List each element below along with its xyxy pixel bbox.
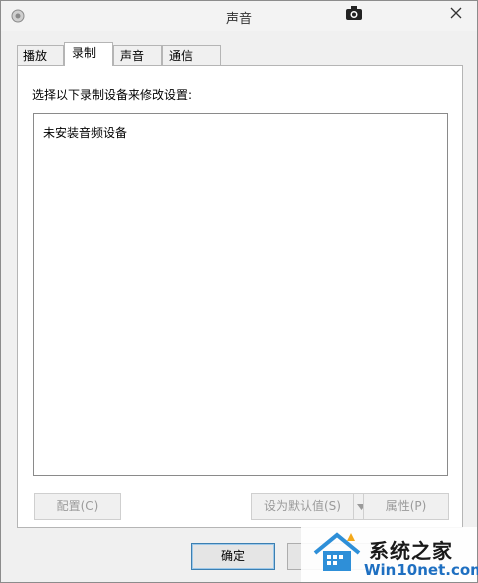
sound-dialog: 声音 播放 录制 声音 通信 选择以下录制设备来修改设置: 未安装音频设备 配置…: [0, 0, 478, 583]
tab-sounds[interactable]: 声音: [113, 45, 162, 65]
watermark-brand: 系统之家: [369, 539, 453, 563]
watermark-url: Win10net.com: [364, 561, 478, 579]
device-list[interactable]: 未安装音频设备: [33, 113, 448, 476]
tab-communications[interactable]: 通信: [162, 45, 221, 65]
configure-button[interactable]: 配置(C): [34, 493, 121, 520]
close-icon: [450, 7, 462, 19]
title-bar[interactable]: 声音: [1, 1, 477, 31]
tab-recording[interactable]: 录制: [64, 42, 113, 66]
close-button[interactable]: [439, 1, 473, 25]
recording-panel: 选择以下录制设备来修改设置: 未安装音频设备 配置(C) 设为默认值(S) 属性…: [17, 65, 463, 528]
tab-playback[interactable]: 播放: [17, 45, 64, 65]
watermark: 系统之家 Win10net.com: [301, 527, 478, 582]
properties-button[interactable]: 属性(P): [363, 493, 449, 520]
set-default-button[interactable]: 设为默认值(S): [251, 493, 354, 520]
camera-icon: [346, 6, 362, 20]
empty-device-message: 未安装音频设备: [43, 126, 128, 140]
ok-button[interactable]: 确定: [191, 543, 275, 570]
window-title: 声音: [225, 12, 252, 27]
instructions-text: 选择以下录制设备来修改设置:: [32, 88, 193, 102]
house-logo-icon: [313, 532, 361, 571]
